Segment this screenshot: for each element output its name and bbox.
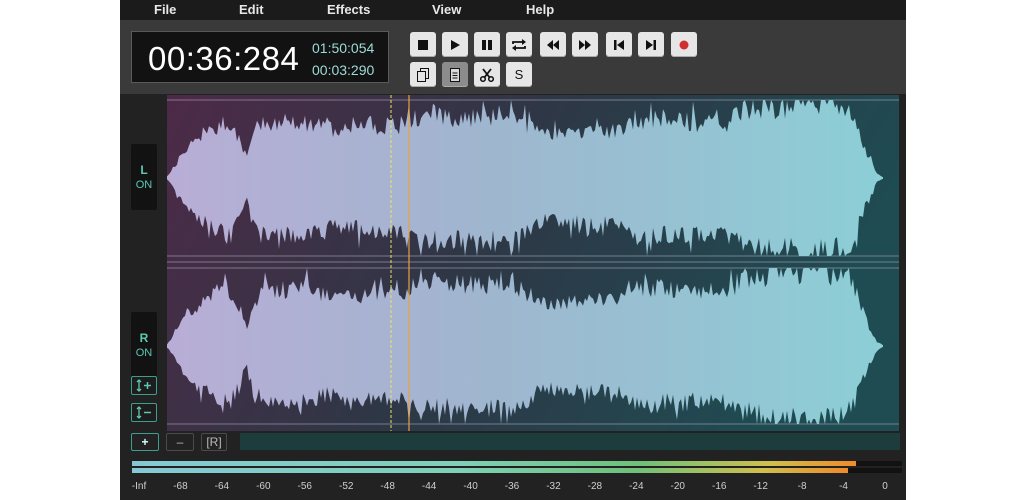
meter-tick-label: -56 (297, 481, 312, 492)
play-button[interactable] (442, 32, 468, 57)
vertical-zoom-in-button[interactable] (131, 376, 157, 395)
menu-file[interactable]: File (154, 2, 176, 17)
vertical-zoom-out-icon (136, 406, 151, 419)
menu-effects[interactable]: Effects (327, 2, 370, 17)
meter-tick-label: -40 (463, 481, 478, 492)
vertical-zoom-out-button[interactable] (131, 403, 157, 422)
vertical-zoom-in-icon (136, 379, 151, 392)
stop-button[interactable] (410, 32, 436, 57)
meter-tick-label: -60 (256, 481, 271, 492)
scissors-icon (480, 67, 494, 82)
channel-left-label: L (140, 163, 148, 177)
meter-tick-label: -68 (173, 481, 188, 492)
paste-button[interactable] (442, 62, 468, 87)
meter-tick-label: -12 (753, 481, 768, 492)
meter-tick-label: -Inf (131, 481, 147, 492)
audio-editor-window: File Edit Effects View Help 00:36:284 01… (120, 0, 906, 500)
pause-icon (482, 39, 492, 50)
menu-edit[interactable]: Edit (239, 2, 264, 17)
waveform-editor: L ON R ON + – [R] -Inf -68 -64 -60 -56 -… (120, 95, 906, 500)
waveform-left-channel (167, 100, 883, 256)
play-icon (451, 39, 460, 50)
meter-tick-label: -48 (380, 481, 395, 492)
level-meter-left (132, 461, 856, 466)
channel-right-toggle[interactable]: R ON (131, 312, 157, 378)
horizontal-scrollbar[interactable] (240, 433, 900, 450)
meter-tick-label: -44 (421, 481, 437, 492)
waveform-canvas[interactable] (167, 95, 899, 431)
record-button[interactable] (671, 32, 697, 57)
channel-left-state: ON (135, 179, 153, 191)
meter-tick-label: -28 (587, 481, 603, 492)
time-display: 00:36:284 01:50:054 00:03:290 (131, 31, 389, 83)
meter-tick-label: 0 (882, 481, 888, 492)
copy-button[interactable] (410, 62, 436, 87)
zoom-reset-button[interactable]: [R] (201, 433, 227, 451)
rewind-button[interactable] (540, 32, 566, 57)
meter-tick-label: -32 (546, 481, 561, 492)
meter-tick-label: -52 (338, 481, 354, 492)
level-meter-right (132, 468, 849, 473)
loop-icon (512, 38, 526, 51)
skip-end-icon (646, 39, 656, 50)
record-icon (679, 40, 689, 49)
meter-tick-label: -8 (797, 481, 807, 492)
channel-left-toggle[interactable]: L ON (131, 144, 157, 210)
s-icon: S (514, 67, 524, 82)
meter-tick-label: -20 (670, 481, 685, 492)
total-time: 01:50:054 (312, 40, 375, 56)
meter-tick-label: -4 (839, 481, 848, 492)
menu-help[interactable]: Help (526, 2, 554, 17)
loop-button[interactable] (506, 32, 532, 57)
meter-tick-label: -64 (214, 481, 230, 492)
selection-time: 00:03:290 (312, 62, 375, 78)
toolbar: 00:36:284 01:50:054 00:03:290 S (120, 20, 906, 95)
skip-start-button[interactable] (606, 32, 632, 57)
channel-right-label: R (139, 331, 149, 345)
channel-right-state: ON (135, 347, 153, 359)
paste-icon (450, 67, 460, 82)
pause-button[interactable] (474, 32, 500, 57)
menu-view[interactable]: View (432, 2, 461, 17)
rewind-icon (547, 39, 559, 50)
fast-forward-button[interactable] (572, 32, 598, 57)
zoom-in-button[interactable]: + (131, 433, 159, 451)
zoom-out-button[interactable]: – (166, 433, 194, 451)
fast-forward-icon (579, 39, 591, 50)
copy-icon (417, 67, 429, 82)
silence-button[interactable]: S (506, 62, 532, 87)
cut-button[interactable] (474, 62, 500, 87)
stop-icon (418, 39, 428, 50)
skip-start-icon (614, 39, 624, 50)
meter-tick-label: -24 (629, 481, 644, 492)
skip-end-button[interactable] (638, 32, 664, 57)
current-time: 00:36:284 (148, 40, 300, 77)
meter-tick-label: -16 (711, 481, 727, 492)
menu-bar: File Edit Effects View Help (120, 0, 906, 20)
meter-tick-label: -36 (504, 481, 520, 492)
